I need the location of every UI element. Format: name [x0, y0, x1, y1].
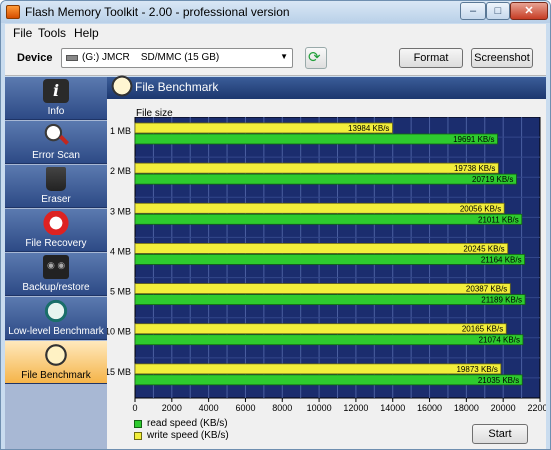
x-tick-label: 4000 [199, 403, 219, 413]
legend-write-label: write speed (KB/s) [147, 430, 229, 441]
menu-bar: File Tools Help [5, 24, 546, 42]
screenshot-button[interactable]: Screenshot [471, 48, 533, 68]
sidebar-item-label: Low-level Benchmark [8, 326, 104, 337]
x-tick-label: 12000 [343, 403, 368, 413]
x-tick-label: 8000 [272, 403, 292, 413]
write-bar [134, 162, 499, 174]
read-bar-label: 21189 KB/s [481, 296, 522, 305]
sidebar-item-label: Info [47, 106, 65, 117]
category-label: 15 MB [107, 367, 131, 377]
read-bar-label: 21074 KB/s [479, 336, 520, 345]
magnifier-icon [43, 123, 69, 147]
write-bar-label: 20387 KB/s [466, 285, 507, 294]
menu-help[interactable]: Help [74, 26, 99, 40]
read-bar-label: 19691 KB/s [453, 135, 494, 144]
sidebar-item-file-recovery[interactable]: File Recovery [5, 209, 107, 252]
title-bar[interactable]: Flash Memory Toolkit - 2.00 - profession… [1, 1, 550, 23]
write-bar-label: 19873 KB/s [456, 365, 497, 374]
read-bar [134, 374, 523, 386]
device-select[interactable]: (G:) JMCR SD/MMC (15 GB) ▼ [61, 48, 293, 68]
read-bar [134, 173, 517, 185]
category-label: 10 MB [107, 327, 131, 337]
category-label: 4 MB [110, 246, 131, 256]
format-button[interactable]: Format [399, 48, 463, 68]
stopwatch-icon [43, 299, 69, 323]
main-panel: File Benchmark File size 0 2000 4000 6000 80… [107, 73, 546, 449]
lifebuoy-icon [43, 211, 69, 235]
sidebar-item-info[interactable]: i Info [5, 77, 107, 120]
panel-header: File Benchmark [107, 73, 546, 99]
write-bar [134, 283, 511, 294]
app-window: Flash Memory Toolkit - 2.00 - profession… [0, 0, 551, 450]
stopwatch-icon [111, 73, 133, 99]
read-bar [134, 254, 526, 265]
category-label: 2 MB [110, 166, 131, 176]
x-tick-label: 6000 [235, 403, 255, 413]
trash-can-icon [46, 167, 66, 191]
read-bar-label: 21035 KB/s [478, 376, 519, 385]
write-bar [134, 363, 502, 375]
legend-read-label: read speed (KB/s) [147, 418, 228, 429]
sidebar-item-label: Backup/restore [22, 282, 90, 293]
write-bar-label: 20165 KB/s [462, 325, 503, 334]
maximize-button[interactable]: □ [486, 2, 510, 20]
write-bar [134, 323, 507, 335]
info-icon: i [43, 79, 69, 103]
x-tick-label: 20000 [491, 403, 516, 413]
refresh-icon: ⟳ [308, 49, 321, 66]
refresh-button[interactable]: ⟳ [305, 47, 327, 69]
start-button[interactable]: Start [472, 424, 528, 444]
read-bar-label: 21011 KB/s [478, 215, 519, 224]
write-bar-label: 13984 KB/s [348, 124, 389, 133]
write-bar-label: 20245 KB/s [463, 244, 504, 253]
category-label: 3 MB [110, 206, 131, 216]
category-label: 5 MB [110, 287, 131, 297]
minimize-button[interactable]: – [460, 2, 486, 20]
stopwatch-icon [43, 343, 69, 367]
read-bar-label: 21164 KB/s [481, 255, 522, 264]
app-icon [6, 5, 20, 19]
sidebar-item-label: File Benchmark [21, 370, 91, 381]
device-select-value: (G:) JMCR SD/MMC (15 GB) [82, 52, 220, 63]
panel-title: File Benchmark [135, 80, 219, 94]
x-tick-label: 10000 [307, 403, 332, 413]
x-tick-label: 18000 [454, 403, 479, 413]
read-bar-label: 20719 KB/s [472, 175, 513, 184]
legend-read-swatch [134, 420, 142, 428]
read-bar [134, 294, 526, 305]
menu-tools[interactable]: Tools [38, 26, 66, 40]
write-bar-label: 19738 KB/s [454, 164, 495, 173]
sidebar-item-low-level-benchmark[interactable]: Low-level Benchmark [5, 297, 107, 340]
toolbar: Device (G:) JMCR SD/MMC (15 GB) ▼ ⟳ Form… [5, 42, 546, 76]
chevron-down-icon[interactable]: ▼ [280, 52, 288, 61]
sidebar-item-label: Error Scan [32, 150, 80, 161]
x-tick-label: 14000 [380, 403, 405, 413]
read-bar [134, 213, 523, 225]
sidebar-item-file-benchmark[interactable]: File Benchmark [5, 341, 107, 384]
sidebar-item-error-scan[interactable]: Error Scan [5, 121, 107, 164]
benchmark-chart: 0 2000 4000 6000 8000 10000 12000 14000 16000 180… [107, 117, 546, 413]
category-label: 1 MB [110, 126, 131, 136]
menu-file[interactable]: File [13, 26, 32, 40]
device-label: Device [17, 52, 53, 64]
sidebar-item-eraser[interactable]: Eraser [5, 165, 107, 208]
sidebar-item-label: File Recovery [25, 238, 87, 249]
x-tick-label: 0 [132, 403, 137, 413]
x-tick-label: 16000 [417, 403, 442, 413]
sidebar-item-backup-restore[interactable]: Backup/restore [5, 253, 107, 296]
read-bar [134, 334, 524, 346]
read-bar [134, 133, 498, 145]
write-bar-label: 20056 KB/s [460, 204, 501, 213]
write-bar [134, 243, 509, 254]
x-tick-label: 2000 [162, 403, 182, 413]
x-tick-label: 22000 [527, 403, 546, 413]
legend-write-swatch [134, 432, 142, 440]
sidebar-item-label: Eraser [41, 194, 71, 205]
tape-icon [43, 255, 69, 279]
close-button[interactable]: ✕ [510, 2, 548, 20]
write-bar [134, 202, 505, 214]
drive-icon [66, 55, 78, 61]
sidebar: i Info Error Scan Eraser File Recovery B… [5, 77, 107, 449]
window-title: Flash Memory Toolkit - 2.00 - profession… [25, 5, 290, 19]
